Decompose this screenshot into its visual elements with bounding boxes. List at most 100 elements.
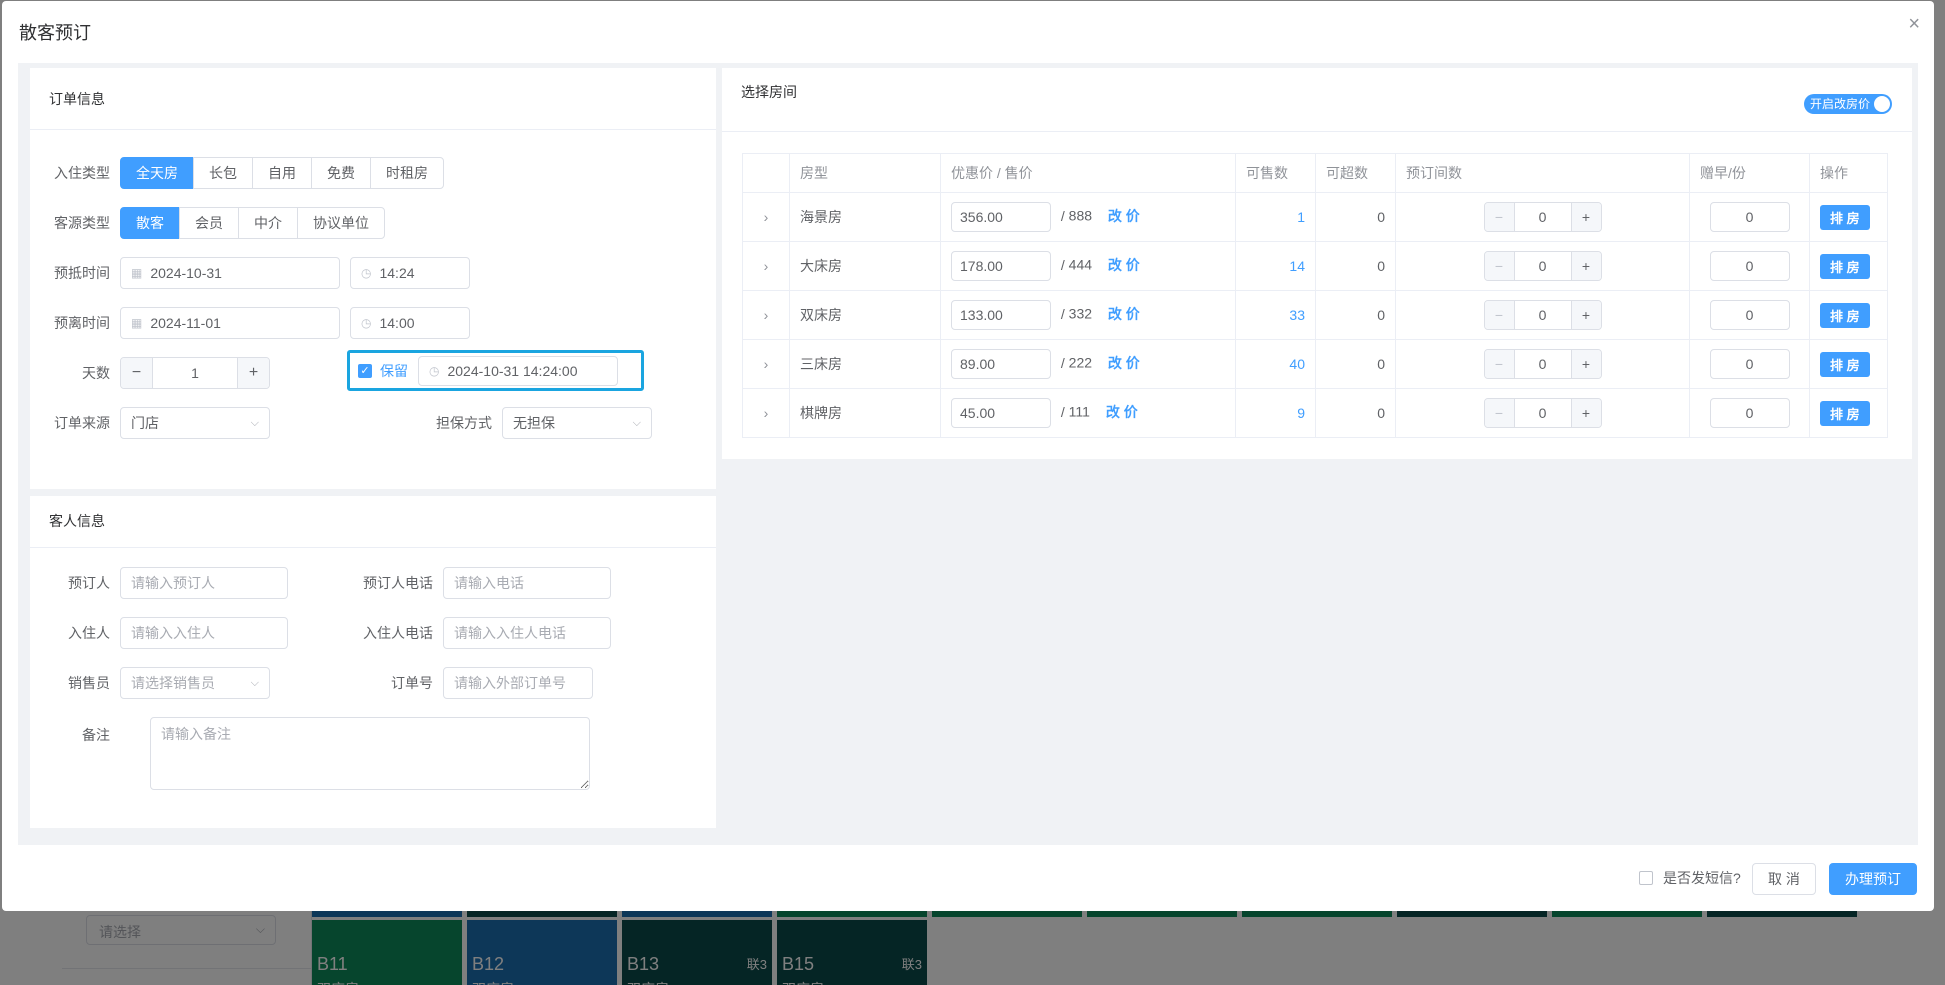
assign-room-button[interactable]: 排 房 [1820,351,1870,377]
submit-booking-button[interactable]: 办理预订 [1829,863,1917,895]
sms-label: 是否发短信? [1663,870,1741,886]
sale-price: 222 [1068,354,1093,371]
room-count-value[interactable]: 0 [1515,301,1571,329]
change-price-link[interactable]: 改 价 [1108,208,1140,224]
checkin-type-option[interactable]: 免费 [311,157,371,189]
sales-select[interactable]: 请选择销售员 ⌵ [120,667,270,699]
order-no-input[interactable]: 请输入外部订单号 [443,667,593,699]
clock-icon: ◷ [361,266,372,280]
available-count: 33 [1235,290,1316,340]
arrive-time-picker[interactable]: ◷ 14:24 [350,257,470,289]
arrive-date-picker[interactable]: ▦ 2024-10-31 [120,257,340,289]
price-separator: / [1060,403,1069,420]
source-type-option[interactable]: 散客 [120,207,180,239]
overbook-count: 0 [1315,192,1396,242]
remark-textarea[interactable] [150,717,590,790]
assign-room-button[interactable]: 排 房 [1820,253,1870,279]
increase-button[interactable]: + [1570,301,1601,329]
clock-icon: ◷ [429,363,440,378]
change-price-link[interactable]: 改 价 [1108,355,1140,371]
source-type-option[interactable]: 协议单位 [297,207,385,239]
close-icon[interactable]: × [1908,13,1920,36]
keep-datetime-picker[interactable]: ◷ 2024-10-31 14:24:00 [418,355,618,386]
room-count-stepper: − 0 + [1483,349,1602,379]
breakfast-input[interactable]: 0 [1709,202,1790,232]
source-type-option[interactable]: 会员 [179,207,239,239]
available-count: 9 [1235,388,1316,438]
room-count-value[interactable]: 0 [1515,203,1571,231]
leave-date-picker[interactable]: ▦ 2024-11-01 [120,307,340,339]
change-price-switch[interactable]: 开启改房价 [1804,94,1892,114]
checkin-type-option[interactable]: 全天房 [120,157,194,189]
decrease-button[interactable]: − [1484,399,1515,427]
sale-price: 444 [1068,256,1093,273]
column-header: 预订间数 [1395,153,1690,193]
decrease-button[interactable]: − [121,358,153,388]
chevron-right-icon[interactable]: › [764,209,769,225]
decrease-button[interactable]: − [1484,252,1515,280]
room-type-cell: 海景房 [789,192,941,242]
breakfast-input[interactable]: 0 [1709,349,1790,379]
price-cell: 45.00 / 111 改 价 [940,388,1236,438]
sales-placeholder: 请选择销售员 [131,675,215,691]
booker-phone-input[interactable]: 请输入电话 [443,567,611,599]
decrease-button[interactable]: − [1484,350,1515,378]
discount-price-input[interactable]: 133.00 [951,300,1051,330]
checkin-type-option[interactable]: 时租房 [370,157,444,189]
guest-info-card: 客人信息 预订人 请输入预订人 预订人电话 请输入电话 入住人 请输入入住人 入… [30,496,716,828]
checkin-type-option[interactable]: 长包 [193,157,253,189]
increase-button[interactable]: + [1570,399,1601,427]
sale-price: 332 [1068,305,1093,322]
leave-time-picker[interactable]: ◷ 14:00 [350,307,470,339]
sales-label: 销售员 [68,675,110,691]
discount-price-input[interactable]: 45.00 [951,398,1051,428]
sms-option[interactable]: 是否发短信? [1639,868,1741,888]
discount-price-input[interactable]: 178.00 [951,251,1051,281]
cancel-button[interactable]: 取 消 [1752,863,1816,895]
checkin-phone-input[interactable]: 请输入入住人电话 [443,617,611,649]
assign-room-button[interactable]: 排 房 [1820,302,1870,328]
decrease-button[interactable]: − [1484,301,1515,329]
room-count-value[interactable]: 0 [1515,252,1571,280]
assign-room-button[interactable]: 排 房 [1820,400,1870,426]
change-price-link[interactable]: 改 价 [1106,404,1138,420]
order-source-select[interactable]: 门店 ⌵ [120,407,270,439]
order-info-card: 订单信息 入住类型 全天房 长包 自用 免费 时租房 客源类型 散客 会员 中介… [30,68,716,489]
expand-cell: › [742,388,790,438]
room-select-header: 选择房间 [722,68,1912,132]
increase-button[interactable]: + [1570,350,1601,378]
room-count-value[interactable]: 0 [1515,350,1571,378]
increase-button[interactable]: + [237,358,269,388]
checkin-type-option[interactable]: 自用 [252,157,312,189]
chevron-right-icon[interactable]: › [764,356,769,372]
chevron-right-icon[interactable]: › [764,258,769,274]
checkin-person-input[interactable]: 请输入入住人 [120,617,288,649]
chevron-right-icon[interactable]: › [764,307,769,323]
breakfast-input[interactable]: 0 [1709,300,1790,330]
booker-input[interactable]: 请输入预订人 [120,567,288,599]
keep-checkbox[interactable]: ✓ [358,363,372,378]
decrease-button[interactable]: − [1484,203,1515,231]
breakfast-input[interactable]: 0 [1709,398,1790,428]
sms-checkbox[interactable] [1639,871,1653,885]
breakfast-input[interactable]: 0 [1709,251,1790,281]
source-type-option[interactable]: 中介 [238,207,298,239]
discount-price-input[interactable]: 356.00 [951,202,1051,232]
keep-datetime-value: 2024-10-31 14:24:00 [447,362,578,379]
room-type-cell: 双床房 [789,290,941,340]
increase-button[interactable]: + [1570,252,1601,280]
action-cell: 排 房 [1809,388,1888,438]
leave-date-value: 2024-11-01 [150,315,221,331]
assign-room-button[interactable]: 排 房 [1820,204,1870,230]
discount-price-input[interactable]: 89.00 [951,349,1051,379]
change-price-link[interactable]: 改 价 [1108,306,1140,322]
column-header: 赠早/份 [1689,153,1810,193]
increase-button[interactable]: + [1570,203,1601,231]
guarantee-select[interactable]: 无担保 ⌵ [502,407,652,439]
days-value[interactable]: 1 [153,358,237,388]
change-price-link[interactable]: 改 价 [1108,257,1140,273]
chevron-right-icon[interactable]: › [764,405,769,421]
room-count-value[interactable]: 0 [1515,399,1571,427]
price-separator: / [1060,354,1069,371]
source-type-group: 散客 会员 中介 协议单位 [120,207,385,239]
